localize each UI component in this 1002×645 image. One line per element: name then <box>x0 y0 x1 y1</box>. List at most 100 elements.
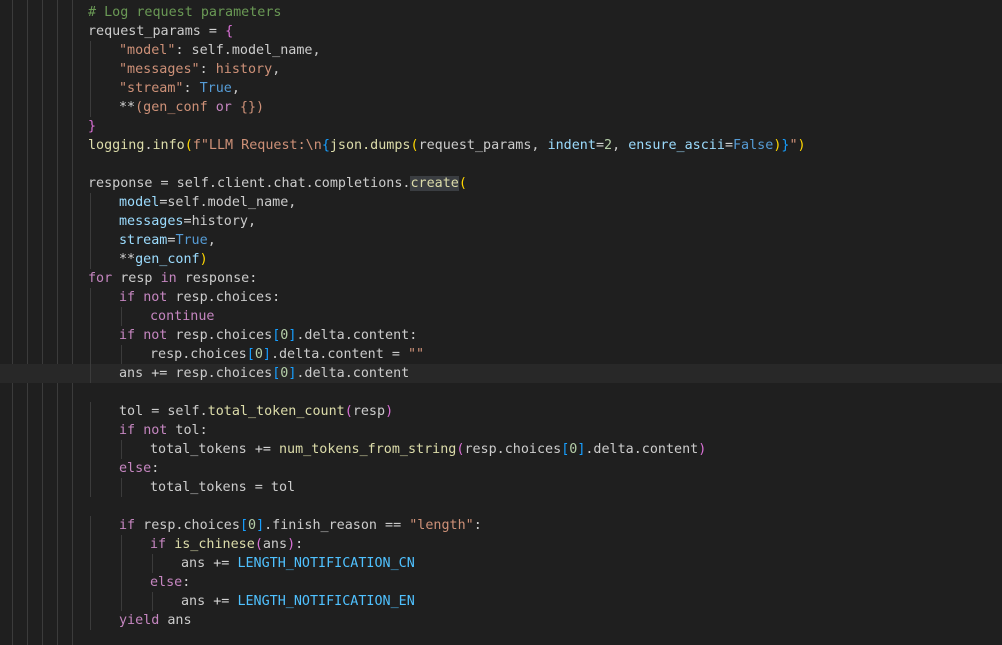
code-token: response: <box>176 271 258 286</box>
code-token: f"LLM Request:\n <box>192 138 322 153</box>
code-line[interactable]: messages=history, <box>0 212 1002 231</box>
indent-guide <box>152 592 153 611</box>
code-line-text: if not tol: <box>119 421 208 440</box>
code-token: stream <box>119 233 168 248</box>
code-line[interactable]: if resp.choices[0].finish_reason == "len… <box>0 516 1002 535</box>
code-line-text: else: <box>150 573 190 592</box>
indent-guide <box>90 440 91 459</box>
code-token: ensure_ascii <box>628 138 725 153</box>
code-line[interactable]: response = self.client.chat.completions.… <box>0 174 1002 193</box>
indent-guide <box>90 231 91 250</box>
code-token: for <box>88 271 113 286</box>
indent-guide <box>90 326 91 345</box>
code-token: # Log request parameters <box>88 5 282 20</box>
code-token: ( <box>254 537 263 552</box>
code-line[interactable]: yield ans <box>0 611 1002 630</box>
code-token: += <box>151 366 168 381</box>
code-line[interactable]: ans += LENGTH_NOTIFICATION_EN <box>0 592 1002 611</box>
indent-guide <box>90 402 91 421</box>
code-token: "model" <box>119 43 176 58</box>
code-token: : <box>473 518 482 533</box>
code-line[interactable]: **(gen_conf or {}) <box>0 98 1002 117</box>
code-token: .delta.content: <box>296 328 418 343</box>
indent-guide <box>90 592 91 611</box>
code-editor[interactable]: # Log request parameters request_params =… <box>0 0 1002 645</box>
code-token: False <box>733 138 774 153</box>
code-token: True <box>199 81 232 96</box>
code-line[interactable] <box>0 497 1002 516</box>
code-token: response = self.client.chat.completions. <box>88 176 411 191</box>
code-token: model <box>119 195 160 210</box>
code-line[interactable]: for resp in response: <box>0 269 1002 288</box>
code-line[interactable]: # Log request parameters <box>0 3 1002 22</box>
code-line[interactable]: if not resp.choices: <box>0 288 1002 307</box>
code-line[interactable]: model=self.model_name, <box>0 193 1002 212</box>
indent-guide <box>90 611 91 630</box>
indent-guide <box>90 60 91 79</box>
code-line[interactable]: request_params = { <box>0 22 1002 41</box>
code-line[interactable]: stream=True, <box>0 231 1002 250</box>
code-token: ) <box>797 138 806 153</box>
indent-guide <box>152 554 153 573</box>
code-line[interactable]: "model": self.model_name, <box>0 41 1002 60</box>
code-line[interactable]: else: <box>0 573 1002 592</box>
code-token: or <box>215 100 232 115</box>
code-line-text: **gen_conf) <box>119 250 208 269</box>
code-line[interactable]: ans += resp.choices[0].delta.content <box>0 364 1002 383</box>
code-line[interactable]: total_tokens += num_tokens_from_string(r… <box>0 440 1002 459</box>
code-line-text: continue <box>150 307 215 326</box>
code-token: "messages" <box>119 62 200 77</box>
indent-guide <box>90 41 91 60</box>
code-token: = <box>183 214 192 229</box>
indent-guide <box>90 554 91 573</box>
indent-guide <box>121 573 122 592</box>
code-token: yield <box>119 613 160 628</box>
code-token: resp.choices <box>464 442 562 457</box>
code-line[interactable] <box>0 383 1002 402</box>
code-line[interactable]: "messages": history, <box>0 60 1002 79</box>
code-token: else <box>119 461 152 476</box>
code-line[interactable]: continue <box>0 307 1002 326</box>
code-line[interactable]: if is_chinese(ans): <box>0 535 1002 554</box>
code-line-text: # Log request parameters <box>88 3 281 22</box>
code-line[interactable]: if not tol: <box>0 421 1002 440</box>
code-token: num_tokens_from_string <box>279 442 457 457</box>
code-token: create <box>410 176 459 191</box>
code-token: += <box>213 594 230 609</box>
code-line[interactable]: } <box>0 117 1002 136</box>
indent-guide <box>90 535 91 554</box>
code-token: 0 <box>254 347 263 362</box>
code-token: 2 <box>604 138 613 153</box>
code-line[interactable]: tol = self.total_token_count(resp) <box>0 402 1002 421</box>
code-token: if <box>119 290 136 305</box>
code-token: , <box>272 62 281 77</box>
code-line[interactable]: resp.choices[0].delta.content = "" <box>0 345 1002 364</box>
code-token: .finish_reason == <box>264 518 410 533</box>
code-line[interactable]: **gen_conf) <box>0 250 1002 269</box>
code-token: resp.choices <box>150 347 247 362</box>
code-token: info <box>152 138 185 153</box>
code-token: ) <box>698 442 707 457</box>
code-token: request_params, <box>418 138 548 153</box>
code-token: : <box>295 537 304 552</box>
code-line[interactable]: total_tokens = tol <box>0 478 1002 497</box>
code-line-text: **(gen_conf or {}) <box>119 98 264 117</box>
code-token: = <box>595 138 604 153</box>
code-line[interactable]: ans += LENGTH_NOTIFICATION_CN <box>0 554 1002 573</box>
code-line[interactable] <box>0 155 1002 174</box>
code-token: total_tokens = tol <box>150 480 296 495</box>
code-token: : <box>183 81 200 96</box>
code-token: not <box>143 328 168 343</box>
code-line[interactable]: else: <box>0 459 1002 478</box>
code-token: ( <box>458 176 467 191</box>
code-token: = <box>200 24 226 39</box>
code-line[interactable]: if not resp.choices[0].delta.content: <box>0 326 1002 345</box>
indent-guide <box>90 98 91 117</box>
indent-guide <box>121 478 122 497</box>
code-line-text: ans += LENGTH_NOTIFICATION_CN <box>181 554 415 573</box>
code-line[interactable]: logging.info(f"LLM Request:\n{json.dumps… <box>0 136 1002 155</box>
code-line[interactable]: "stream": True, <box>0 79 1002 98</box>
code-line-text: response = self.client.chat.completions.… <box>88 174 467 193</box>
